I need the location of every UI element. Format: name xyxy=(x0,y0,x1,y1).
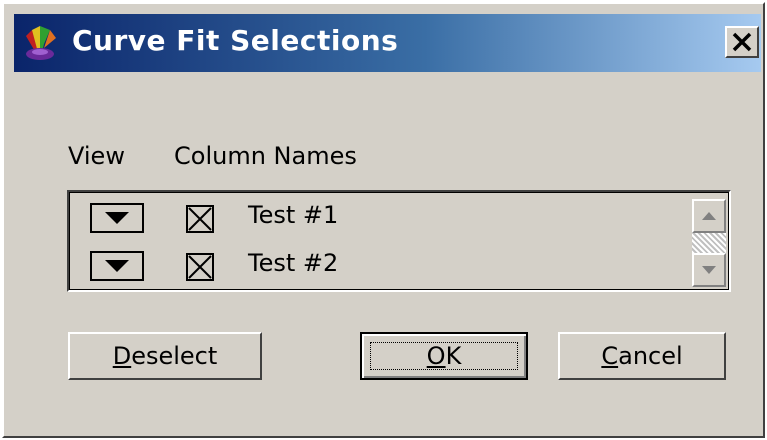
view-header: View xyxy=(68,142,125,170)
ok-button[interactable]: OK xyxy=(360,332,528,380)
deselect-mnemonic: D xyxy=(112,342,132,370)
column-checkbox[interactable] xyxy=(186,205,214,233)
column-name: Test #2 xyxy=(248,249,339,277)
ok-mnemonic: O xyxy=(426,342,446,370)
cancel-label: ancel xyxy=(618,342,683,370)
down-arrow-icon xyxy=(702,266,716,274)
deselect-button[interactable]: Deselect xyxy=(68,332,262,380)
ok-label: K xyxy=(445,342,462,370)
cancel-button[interactable]: Cancel xyxy=(558,332,726,380)
cancel-mnemonic: C xyxy=(601,342,619,370)
scroll-down-button[interactable] xyxy=(692,253,726,287)
scroll-up-button[interactable] xyxy=(692,199,726,233)
up-arrow-icon xyxy=(702,212,716,220)
list-item: Test #2 xyxy=(70,243,680,291)
deselect-label: eselect xyxy=(131,342,218,370)
dropdown-arrow-icon xyxy=(105,260,129,272)
view-dropdown-button[interactable] xyxy=(90,251,144,281)
column-checkbox[interactable] xyxy=(186,253,214,281)
list-item: Test #1 xyxy=(70,195,680,243)
dropdown-arrow-icon xyxy=(105,212,129,224)
column-names-header: Column Names xyxy=(174,142,357,170)
title-bar[interactable]: Curve Fit Selections xyxy=(14,14,761,72)
close-icon xyxy=(732,32,752,52)
scroll-track[interactable] xyxy=(692,233,726,253)
dialog-title: Curve Fit Selections xyxy=(72,24,399,57)
close-button[interactable] xyxy=(725,26,759,58)
column-list: Test #1 Test #2 xyxy=(67,190,731,292)
vertical-scrollbar[interactable] xyxy=(692,199,726,287)
curve-fit-dialog: Curve Fit Selections View Column Names T… xyxy=(2,2,765,438)
column-name: Test #1 xyxy=(248,201,339,229)
palette-app-icon xyxy=(26,26,56,60)
view-dropdown-button[interactable] xyxy=(90,203,144,233)
